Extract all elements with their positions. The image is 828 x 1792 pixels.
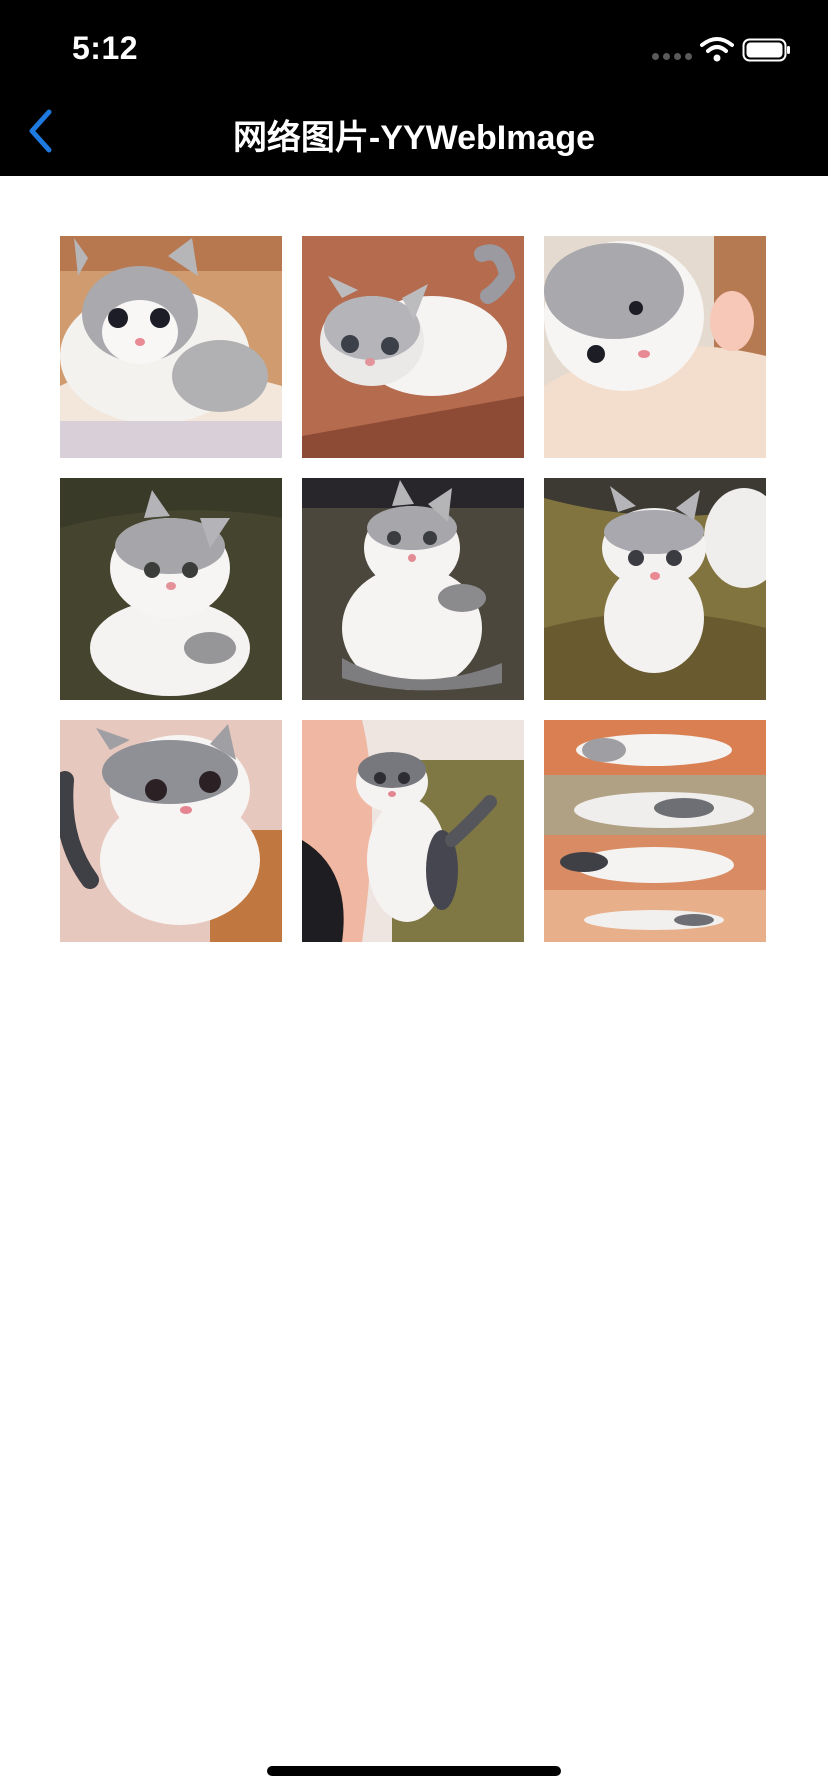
image-thumbnail[interactable] xyxy=(302,478,524,700)
image-thumbnail[interactable] xyxy=(60,236,282,458)
image-thumbnail[interactable] xyxy=(544,720,766,942)
kitten-image xyxy=(60,236,282,458)
image-thumbnail[interactable] xyxy=(544,236,766,458)
image-thumbnail[interactable] xyxy=(60,478,282,700)
kitten-image xyxy=(544,236,766,458)
kitten-image xyxy=(60,720,282,942)
kitten-image xyxy=(302,478,524,700)
status-time: 5:12 xyxy=(72,30,139,66)
wifi-icon xyxy=(700,37,734,62)
kitten-image xyxy=(544,478,766,700)
image-thumbnail[interactable] xyxy=(544,478,766,700)
kitten-image xyxy=(60,478,282,700)
page-title: 网络图片-YYWebImage xyxy=(232,119,596,157)
top-bar: 5:12 网络图片-YYWebImage xyxy=(0,0,828,176)
image-grid xyxy=(60,236,768,942)
battery-icon xyxy=(742,38,790,62)
kitten-image xyxy=(302,720,524,942)
kitten-image xyxy=(302,236,524,458)
image-thumbnail[interactable] xyxy=(302,720,524,942)
image-thumbnail[interactable] xyxy=(302,236,524,458)
image-thumbnail[interactable] xyxy=(60,720,282,942)
cellular-signal-icon xyxy=(652,53,692,60)
kitten-image xyxy=(544,720,766,942)
home-indicator[interactable] xyxy=(267,1766,561,1776)
